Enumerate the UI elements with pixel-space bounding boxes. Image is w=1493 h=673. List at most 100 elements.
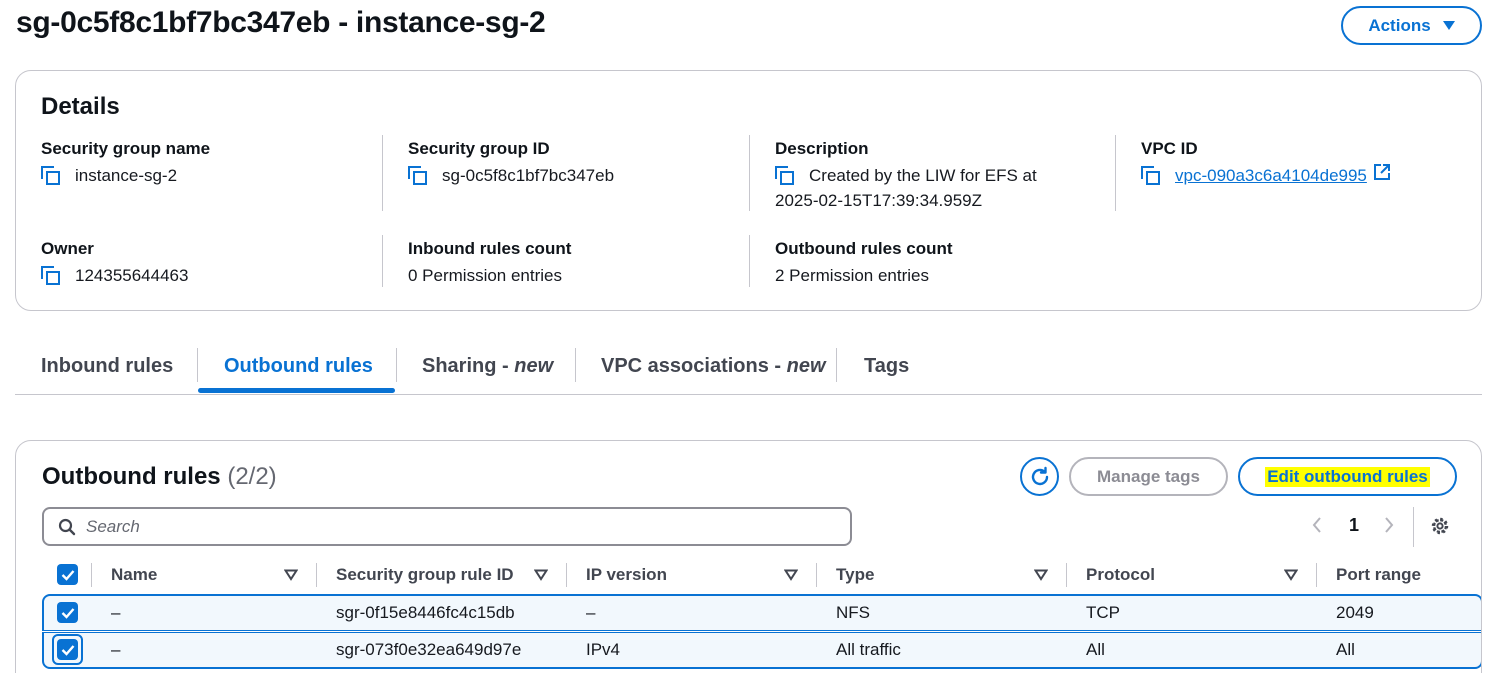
sort-icon[interactable] [1034,569,1048,581]
refresh-icon [1031,466,1048,485]
field-label: Inbound rules count [408,239,572,258]
security-group-name-field: Security group name instance-sg-2 [41,139,210,188]
tab-divider [575,348,576,382]
settings-gear-icon[interactable] [1429,515,1451,537]
tab-vpc-associations[interactable]: VPC associations - new [601,338,826,394]
row-checkbox[interactable] [57,639,78,660]
caret-down-icon [1442,21,1455,30]
field-value-continued: 2025-02-15T17:39:34.959Z [775,191,982,210]
table-row[interactable]: – sgr-0f15e8446fc4c15db – NFS TCP 2049 [42,594,1481,631]
actions-button[interactable]: Actions [1341,6,1482,45]
copy-icon[interactable] [775,166,795,186]
cell-ip-version: IPv4 [586,640,621,659]
details-title: Details [41,93,120,120]
column-divider [91,563,92,587]
field-label: VPC ID [1141,139,1198,158]
actions-label: Actions [1368,15,1431,35]
field-label: Outbound rules count [775,239,953,258]
security-group-id-field: Security group ID sg-0c5f8c1bf7bc347eb [408,139,614,188]
pager-divider [1413,507,1414,547]
copy-icon[interactable] [1141,166,1161,186]
tab-bar: Inbound rules Outbound rules Sharing - n… [15,338,1482,395]
cell-name: – [111,603,121,622]
checkmark-icon [61,607,74,619]
sort-icon[interactable] [534,569,548,581]
new-label: new [786,354,826,377]
outbound-rules-panel: Outbound rules (2/2) Manage tags Edit ou… [15,440,1482,673]
column-divider [382,135,383,211]
column-divider [1115,135,1116,211]
cell-protocol: TCP [1086,603,1120,622]
vpc-id-link[interactable]: vpc-090a3c6a4104de995 [1175,163,1367,188]
sort-icon[interactable] [284,569,298,581]
copy-icon[interactable] [41,166,61,186]
tab-divider [836,348,837,382]
field-label: Security group name [41,139,211,158]
new-label: new [514,354,554,377]
column-divider [382,235,383,287]
inbound-rules-count-field: Inbound rules count 0 Permission entries [408,239,571,288]
owner-field: Owner 124355644463 [41,239,188,288]
search-field[interactable] [42,507,852,546]
column-header-rule-id[interactable]: Security group rule ID [336,563,514,587]
description-field: Description Created by the LIW for EFS a… [775,139,1037,213]
cell-rule-id: sgr-073f0e32ea649d97e [336,640,522,659]
column-divider [749,135,750,211]
field-label: Description [775,139,869,158]
checkmark-icon [61,569,74,581]
field-value: sg-0c5f8c1bf7bc347eb [442,166,615,185]
field-value: 2 Permission entries [775,266,930,285]
tab-divider [197,348,198,382]
details-panel: Details Security group name instance-sg-… [15,70,1482,311]
cell-port-range: All [1336,640,1355,659]
column-header-ip-version[interactable]: IP version [586,563,667,587]
field-label: Owner [41,239,94,258]
next-page-icon[interactable] [1382,515,1396,535]
page-number[interactable]: 1 [1349,515,1359,536]
cell-type: NFS [836,603,870,622]
active-tab-indicator [198,388,395,393]
field-value: Created by the LIW for EFS at [809,166,1037,185]
previous-page-icon[interactable] [1310,515,1324,535]
column-header-type[interactable]: Type [836,563,874,587]
field-value: instance-sg-2 [75,166,178,185]
field-label: Security group ID [408,139,550,158]
column-header-name[interactable]: Name [111,563,157,587]
checkmark-icon [61,644,74,656]
tab-inbound-rules[interactable]: Inbound rules [41,338,173,394]
column-divider [749,235,750,287]
select-all-checkbox[interactable] [57,564,78,585]
copy-icon[interactable] [41,266,61,286]
tab-outbound-rules[interactable]: Outbound rules [224,338,373,394]
column-header-protocol[interactable]: Protocol [1086,563,1155,587]
refresh-button[interactable] [1020,457,1059,496]
edit-outbound-rules-button[interactable]: Edit outbound rules [1238,457,1457,496]
column-divider [566,563,567,587]
page-title: sg-0c5f8c1bf7bc347eb - instance-sg-2 [16,6,546,39]
row-checkbox[interactable] [57,602,78,623]
search-icon [58,518,76,535]
outbound-rules-count-field: Outbound rules count 2 Permission entrie… [775,239,953,288]
column-divider [1066,563,1067,587]
search-input[interactable] [86,516,786,537]
sort-icon[interactable] [1284,569,1298,581]
table-row[interactable]: – sgr-073f0e32ea649d97e IPv4 All traffic… [42,632,1481,669]
copy-icon[interactable] [408,166,428,186]
column-divider [316,563,317,587]
sort-icon[interactable] [784,569,798,581]
tab-sharing[interactable]: Sharing - new [422,338,553,394]
cell-port-range: 2049 [1336,603,1374,622]
column-divider [1316,563,1317,587]
vpc-id-field: VPC ID vpc-090a3c6a4104de995 [1141,139,1391,188]
cell-name: – [111,640,121,659]
cell-type: All traffic [836,640,901,659]
cell-protocol: All [1086,640,1105,659]
column-header-port-range[interactable]: Port range [1336,563,1421,587]
manage-tags-button[interactable]: Manage tags [1069,457,1228,496]
column-divider [816,563,817,587]
external-link-icon[interactable] [1373,163,1391,181]
tab-tags[interactable]: Tags [864,338,909,394]
rules-count: (2/2) [227,463,277,490]
cell-rule-id: sgr-0f15e8446fc4c15db [336,603,515,622]
field-value: 0 Permission entries [408,266,563,285]
